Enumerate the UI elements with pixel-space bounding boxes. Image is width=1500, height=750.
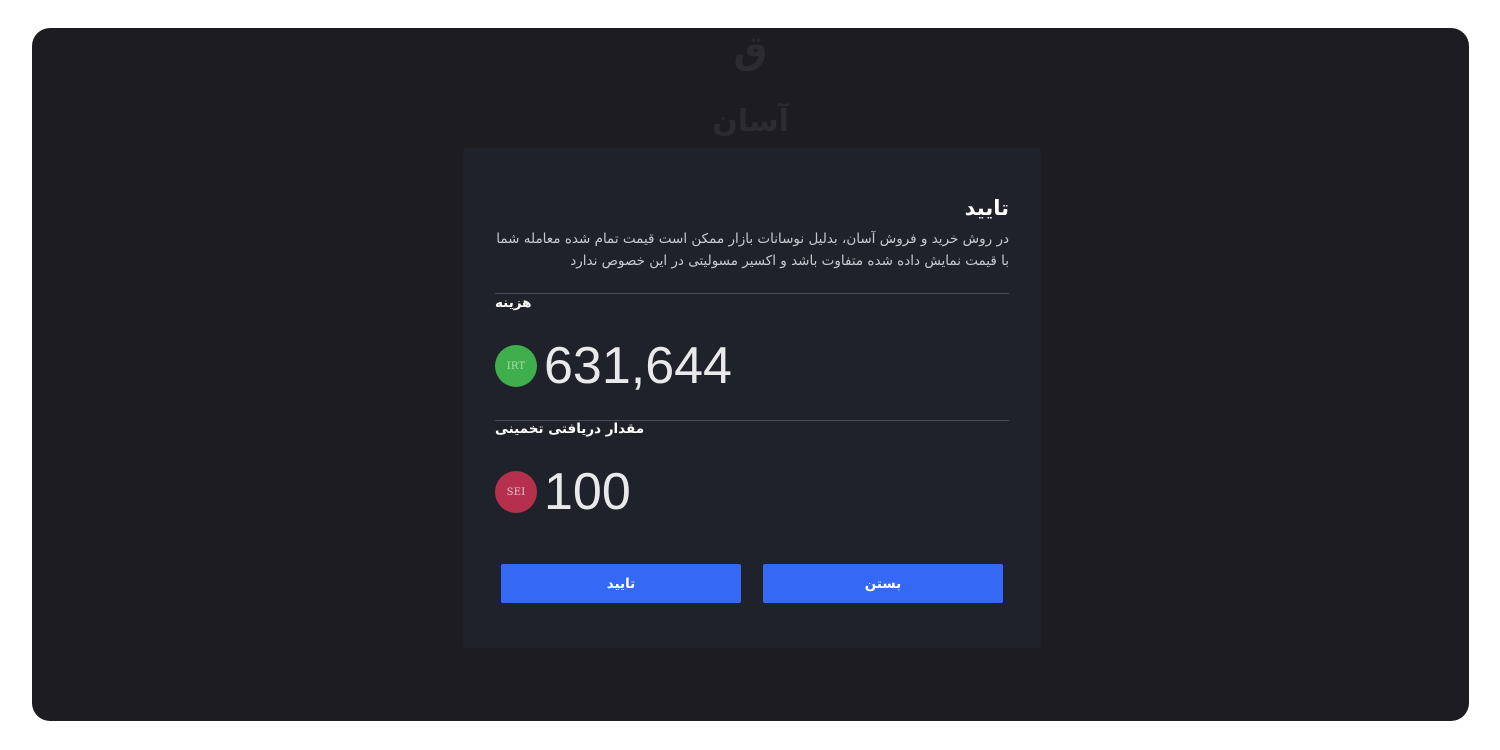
confirm-dialog: تایید در روش خرید و فروش آسان، بدلیل نوس… [463, 148, 1041, 648]
close-button[interactable]: بستن [763, 564, 1003, 603]
cost-amount-row: IRT 631,644 [495, 336, 732, 396]
background-title: آسان [712, 104, 789, 139]
dialog-description: در روش خرید و فروش آسان، بدلیل نوسانات ب… [496, 231, 1009, 269]
estimated-receive-value: 100 [544, 463, 631, 521]
background-logo: ق [733, 28, 768, 72]
divider [495, 293, 1009, 294]
sei-currency-icon: SEI [495, 471, 537, 513]
app-background: ق آسان تایید در روش خرید و فروش آسان، بد… [32, 28, 1469, 721]
confirm-button[interactable]: تایید [501, 564, 741, 603]
dialog-title: تایید [964, 196, 1009, 220]
irt-currency-icon: IRT [495, 345, 537, 387]
receive-amount-row: SEI 100 [495, 462, 631, 522]
estimated-receive-label: مقدار دریافتی تخمینی [495, 421, 645, 437]
cost-label: هزینه [495, 295, 532, 311]
cost-value: 631,644 [544, 337, 732, 395]
